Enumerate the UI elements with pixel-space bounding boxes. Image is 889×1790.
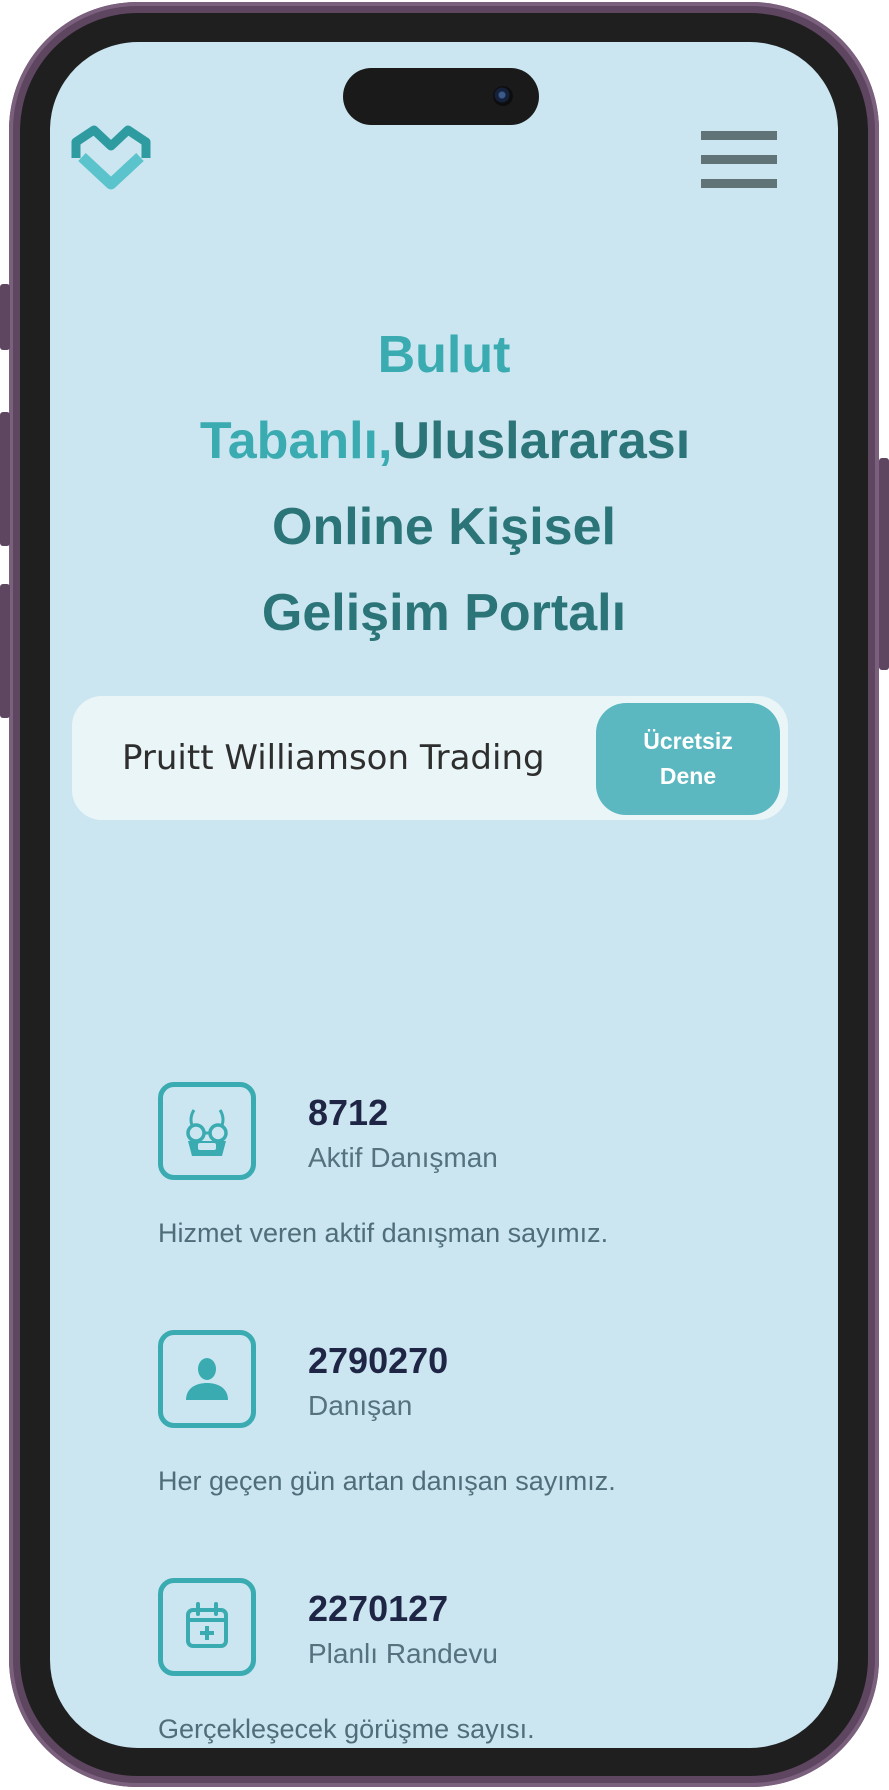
hero-line-2-rest: Uluslararası xyxy=(392,412,691,470)
stat-value: 8712 xyxy=(308,1092,389,1133)
signup-form: Ücretsiz Dene xyxy=(72,696,788,820)
app-screen: Bulut Tabanlı,Uluslararası Online Kişise… xyxy=(50,42,838,1748)
free-trial-button-line-2: Dene xyxy=(659,763,717,789)
calendar-plus-icon xyxy=(158,1578,256,1676)
stat-description: Gerçekleşecek görüşme sayısı. xyxy=(158,1714,535,1744)
phone-volume-up-button xyxy=(0,412,10,546)
user-icon xyxy=(158,1330,256,1428)
doctor-icon xyxy=(158,1082,256,1180)
phone-volume-down-button xyxy=(0,584,10,718)
stat-value: 2790270 xyxy=(308,1340,449,1381)
hero-headline: Bulut Tabanlı,Uluslararası Online Kişise… xyxy=(50,312,838,656)
phone-power-button xyxy=(879,458,889,670)
stat-value: 2270127 xyxy=(308,1588,449,1629)
stat-description: Her geçen gün artan danışan sayımız. xyxy=(158,1466,616,1496)
heartbeat-chevron-logo-icon[interactable] xyxy=(70,120,152,198)
hamburger-menu-icon[interactable] xyxy=(701,131,779,189)
stat-label: Danışan xyxy=(308,1390,413,1421)
stat-label: Planlı Randevu xyxy=(308,1638,498,1669)
hero-line-3: Online Kişisel xyxy=(272,498,616,556)
stat-label: Aktif Danışman xyxy=(308,1142,498,1173)
hero-line-2: Tabanlı,Uluslararası xyxy=(50,398,838,484)
dynamic-island xyxy=(343,68,539,125)
stat-description: Hizmet veren aktif danışman sayımız. xyxy=(158,1218,609,1248)
free-trial-button[interactable]: Ücretsiz Dene xyxy=(596,703,780,815)
hero-line-4: Gelişim Portalı xyxy=(261,584,627,642)
free-trial-button-line-1: Ücretsiz xyxy=(643,728,733,754)
phone-action-button xyxy=(0,284,10,350)
company-name-input[interactable] xyxy=(102,720,612,796)
hero-line-1: Bulut xyxy=(377,326,511,384)
camera-icon xyxy=(493,86,513,106)
hero-line-2-accent: Tabanlı, xyxy=(199,412,393,470)
